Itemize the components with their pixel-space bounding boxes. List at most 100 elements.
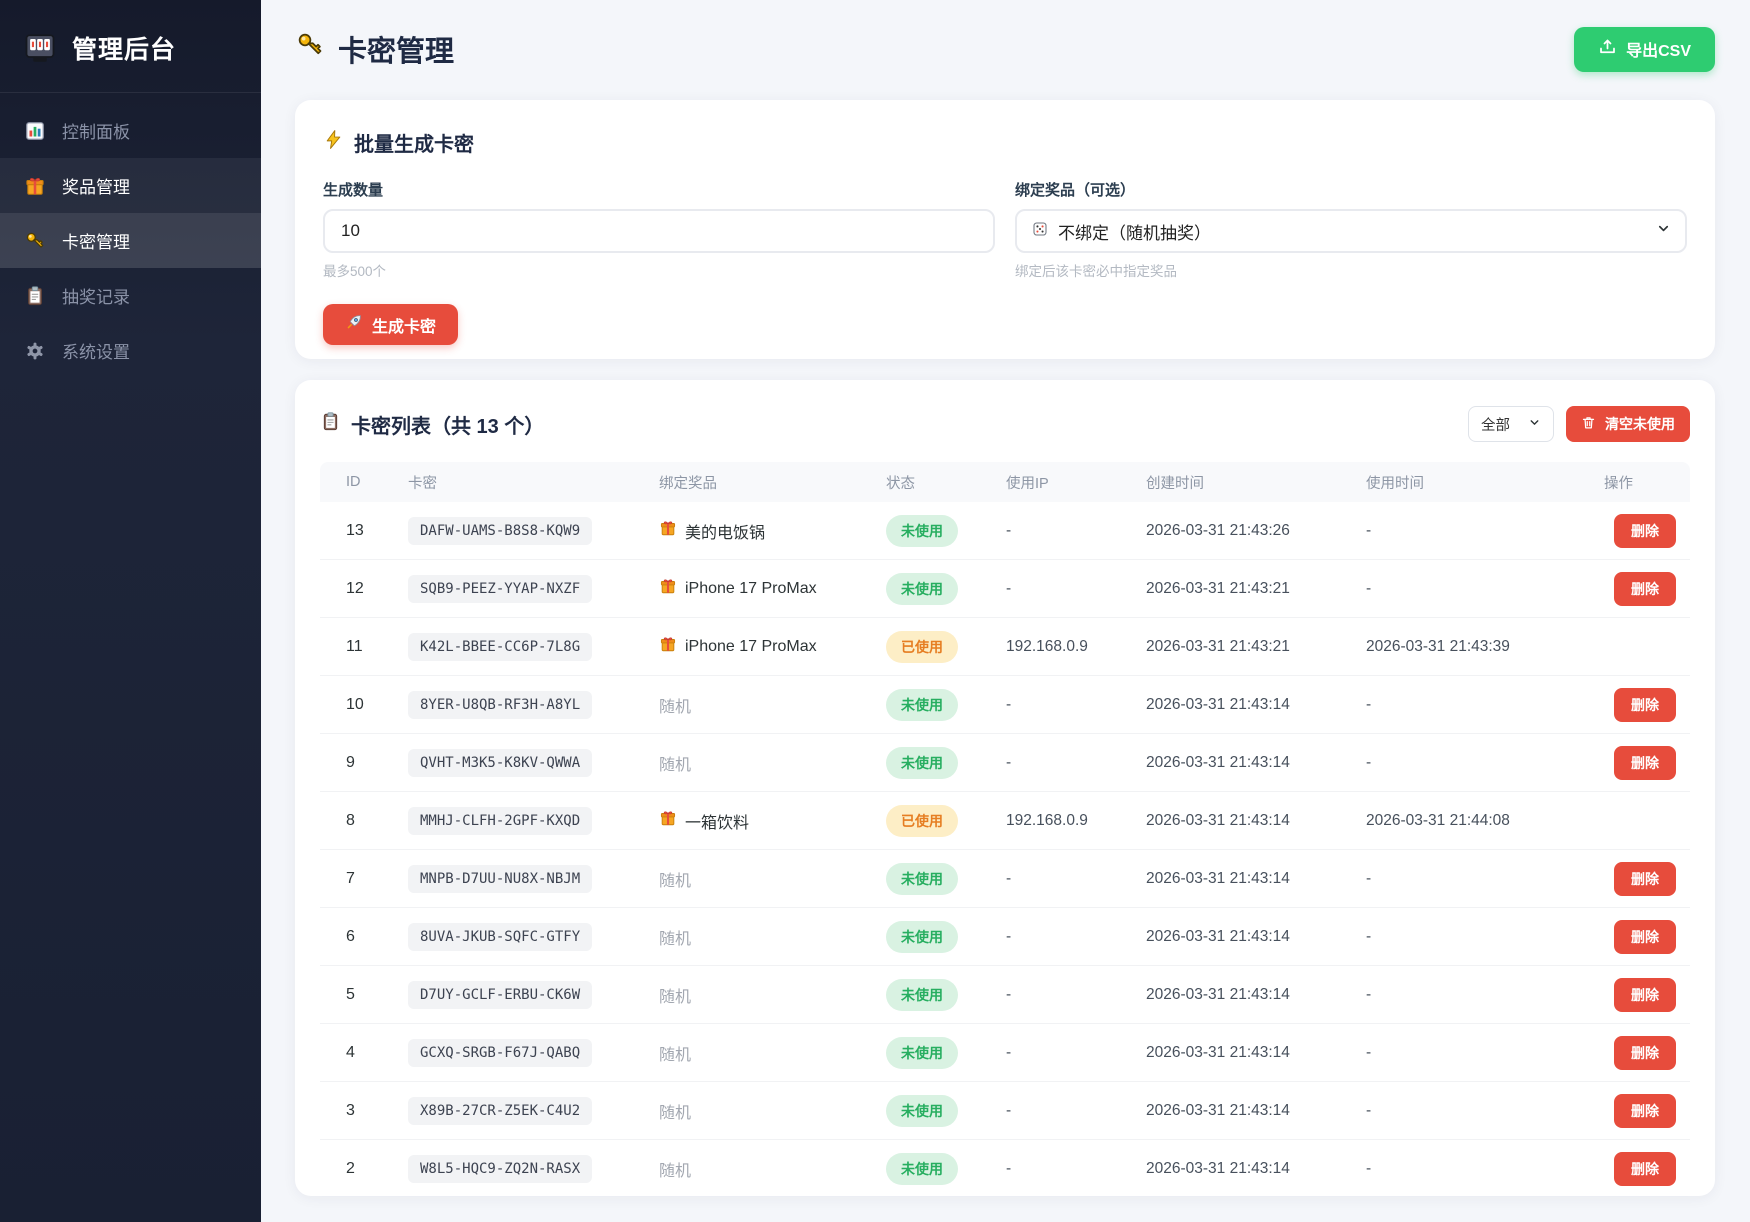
- delete-button[interactable]: 删除: [1614, 1036, 1676, 1070]
- created-time: 2026-03-31 21:43:14: [1146, 870, 1366, 888]
- gift-icon: [659, 577, 677, 600]
- use-ip: -: [1006, 986, 1146, 1004]
- used-time: 2026-03-31 21:44:08: [1366, 812, 1604, 830]
- app-title: 管理后台: [72, 30, 176, 66]
- table-row: 5D7UY-GCLF-ERBU-CK6W随机未使用-2026-03-31 21:…: [320, 966, 1690, 1024]
- card-code-cell: MMHJ-CLFH-2GPF-KXQD: [408, 807, 659, 835]
- row-id: 9: [320, 754, 408, 772]
- generate-form: 生成数量 最多500个 绑定奖品（可选） 不绑定（随机抽奖） 绑定后该卡密必中指…: [323, 179, 1687, 280]
- row-id: 2: [320, 1160, 408, 1178]
- status-cell: 未使用: [886, 1153, 1006, 1185]
- page-title-text: 卡密管理: [338, 28, 454, 70]
- prize-name: 随机: [659, 751, 691, 775]
- delete-button[interactable]: 删除: [1614, 1094, 1676, 1128]
- lightning-icon: [323, 129, 344, 156]
- created-time: 2026-03-31 21:43:26: [1146, 522, 1366, 540]
- row-id: 5: [320, 986, 408, 1004]
- card-code-cell: 8UVA-JKUB-SQFC-GTFY: [408, 923, 659, 951]
- use-ip: -: [1006, 1044, 1146, 1062]
- column-header: 使用IP: [1006, 472, 1146, 493]
- card-code: K42L-BBEE-CC6P-7L8G: [408, 633, 592, 661]
- card-code-cell: W8L5-HQC9-ZQ2N-RASX: [408, 1155, 659, 1183]
- gear-icon: [24, 340, 46, 362]
- status-cell: 未使用: [886, 1037, 1006, 1069]
- prize-name: 一箱饮料: [685, 809, 749, 833]
- row-id: 13: [320, 522, 408, 540]
- card-code: W8L5-HQC9-ZQ2N-RASX: [408, 1155, 592, 1183]
- table-row: 108YER-U8QB-RF3H-A8YL随机未使用-2026-03-31 21…: [320, 676, 1690, 734]
- gift-icon: [659, 635, 677, 658]
- clipboard-icon: [24, 285, 46, 307]
- used-time: -: [1366, 1160, 1604, 1178]
- card-code-cell: DAFW-UAMS-B8S8-KQW9: [408, 517, 659, 545]
- sidebar-item-prizes[interactable]: 奖品管理: [0, 158, 261, 213]
- count-field-group: 生成数量 最多500个: [323, 179, 995, 280]
- prize-name: 随机: [659, 693, 691, 717]
- app-root: 管理后台 控制面板奖品管理卡密管理抽奖记录系统设置 卡密管理 导出CSV 批量生…: [0, 0, 1750, 1222]
- sidebar-item-records[interactable]: 抽奖记录: [0, 268, 261, 323]
- gift-icon: [659, 519, 677, 542]
- status-badge: 未使用: [886, 689, 958, 721]
- card-code: SQB9-PEEZ-YYAP-NXZF: [408, 575, 592, 603]
- delete-button[interactable]: 删除: [1614, 1152, 1676, 1186]
- delete-button[interactable]: 删除: [1614, 746, 1676, 780]
- prize-select[interactable]: 不绑定（随机抽奖）: [1015, 209, 1687, 253]
- sidebar-item-label: 系统设置: [62, 338, 130, 363]
- action-cell: 删除: [1604, 746, 1690, 780]
- count-hint: 最多500个: [323, 260, 995, 280]
- list-title: 卡密列表（共 13 个）: [320, 410, 544, 439]
- prize-cell: 一箱饮料: [659, 809, 886, 833]
- created-time: 2026-03-31 21:43:14: [1146, 928, 1366, 946]
- status-cell: 未使用: [886, 515, 1006, 547]
- delete-button[interactable]: 删除: [1614, 572, 1676, 606]
- used-time: -: [1366, 986, 1604, 1004]
- sidebar-item-settings[interactable]: 系统设置: [0, 323, 261, 378]
- card-code-cell: D7UY-GCLF-ERBU-CK6W: [408, 981, 659, 1009]
- status-filter-value: 全部: [1481, 414, 1510, 435]
- gift-icon: [24, 175, 46, 197]
- delete-button[interactable]: 删除: [1614, 862, 1676, 896]
- card-code-cell: MNPB-D7UU-NU8X-NBJM: [408, 865, 659, 893]
- sidebar: 管理后台 控制面板奖品管理卡密管理抽奖记录系统设置: [0, 0, 261, 1222]
- created-time: 2026-03-31 21:43:14: [1146, 754, 1366, 772]
- trash-icon: [1581, 415, 1596, 433]
- column-header: 状态: [886, 472, 1006, 493]
- status-cell: 已使用: [886, 631, 1006, 663]
- use-ip: -: [1006, 522, 1146, 540]
- card-code: DAFW-UAMS-B8S8-KQW9: [408, 517, 592, 545]
- status-badge: 未使用: [886, 863, 958, 895]
- gift-icon: [659, 809, 677, 832]
- export-csv-button[interactable]: 导出CSV: [1574, 27, 1715, 72]
- prize-cell: 美的电饭锅: [659, 519, 886, 543]
- status-cell: 未使用: [886, 689, 1006, 721]
- chart-icon: [24, 120, 46, 142]
- delete-button[interactable]: 删除: [1614, 920, 1676, 954]
- sidebar-item-cards[interactable]: 卡密管理: [0, 213, 261, 268]
- delete-button[interactable]: 删除: [1614, 978, 1676, 1012]
- column-header: 卡密: [408, 472, 659, 493]
- use-ip: 192.168.0.9: [1006, 812, 1146, 830]
- card-code: D7UY-GCLF-ERBU-CK6W: [408, 981, 592, 1009]
- sidebar-item-dashboard[interactable]: 控制面板: [0, 103, 261, 158]
- row-id: 12: [320, 580, 408, 598]
- delete-button[interactable]: 删除: [1614, 514, 1676, 548]
- table-row: 11K42L-BBEE-CC6P-7L8GiPhone 17 ProMax已使用…: [320, 618, 1690, 676]
- slot-machine-icon: [22, 30, 58, 66]
- status-filter-select[interactable]: 全部: [1468, 406, 1554, 442]
- delete-button[interactable]: 删除: [1614, 688, 1676, 722]
- prize-name: 随机: [659, 1099, 691, 1123]
- prize-cell: 随机: [659, 693, 886, 717]
- card-code: X89B-27CR-Z5EK-C4U2: [408, 1097, 592, 1125]
- action-cell: 删除: [1604, 688, 1690, 722]
- dice-icon: [1031, 220, 1049, 243]
- used-time: -: [1366, 522, 1604, 540]
- used-time: -: [1366, 1044, 1604, 1062]
- action-cell: 删除: [1604, 862, 1690, 896]
- clear-unused-button[interactable]: 清空未使用: [1566, 406, 1690, 442]
- status-cell: 未使用: [886, 1095, 1006, 1127]
- generate-button[interactable]: 生成卡密: [323, 304, 458, 345]
- count-input[interactable]: [323, 209, 995, 253]
- use-ip: -: [1006, 1160, 1146, 1178]
- use-ip: -: [1006, 696, 1146, 714]
- action-cell: 删除: [1604, 978, 1690, 1012]
